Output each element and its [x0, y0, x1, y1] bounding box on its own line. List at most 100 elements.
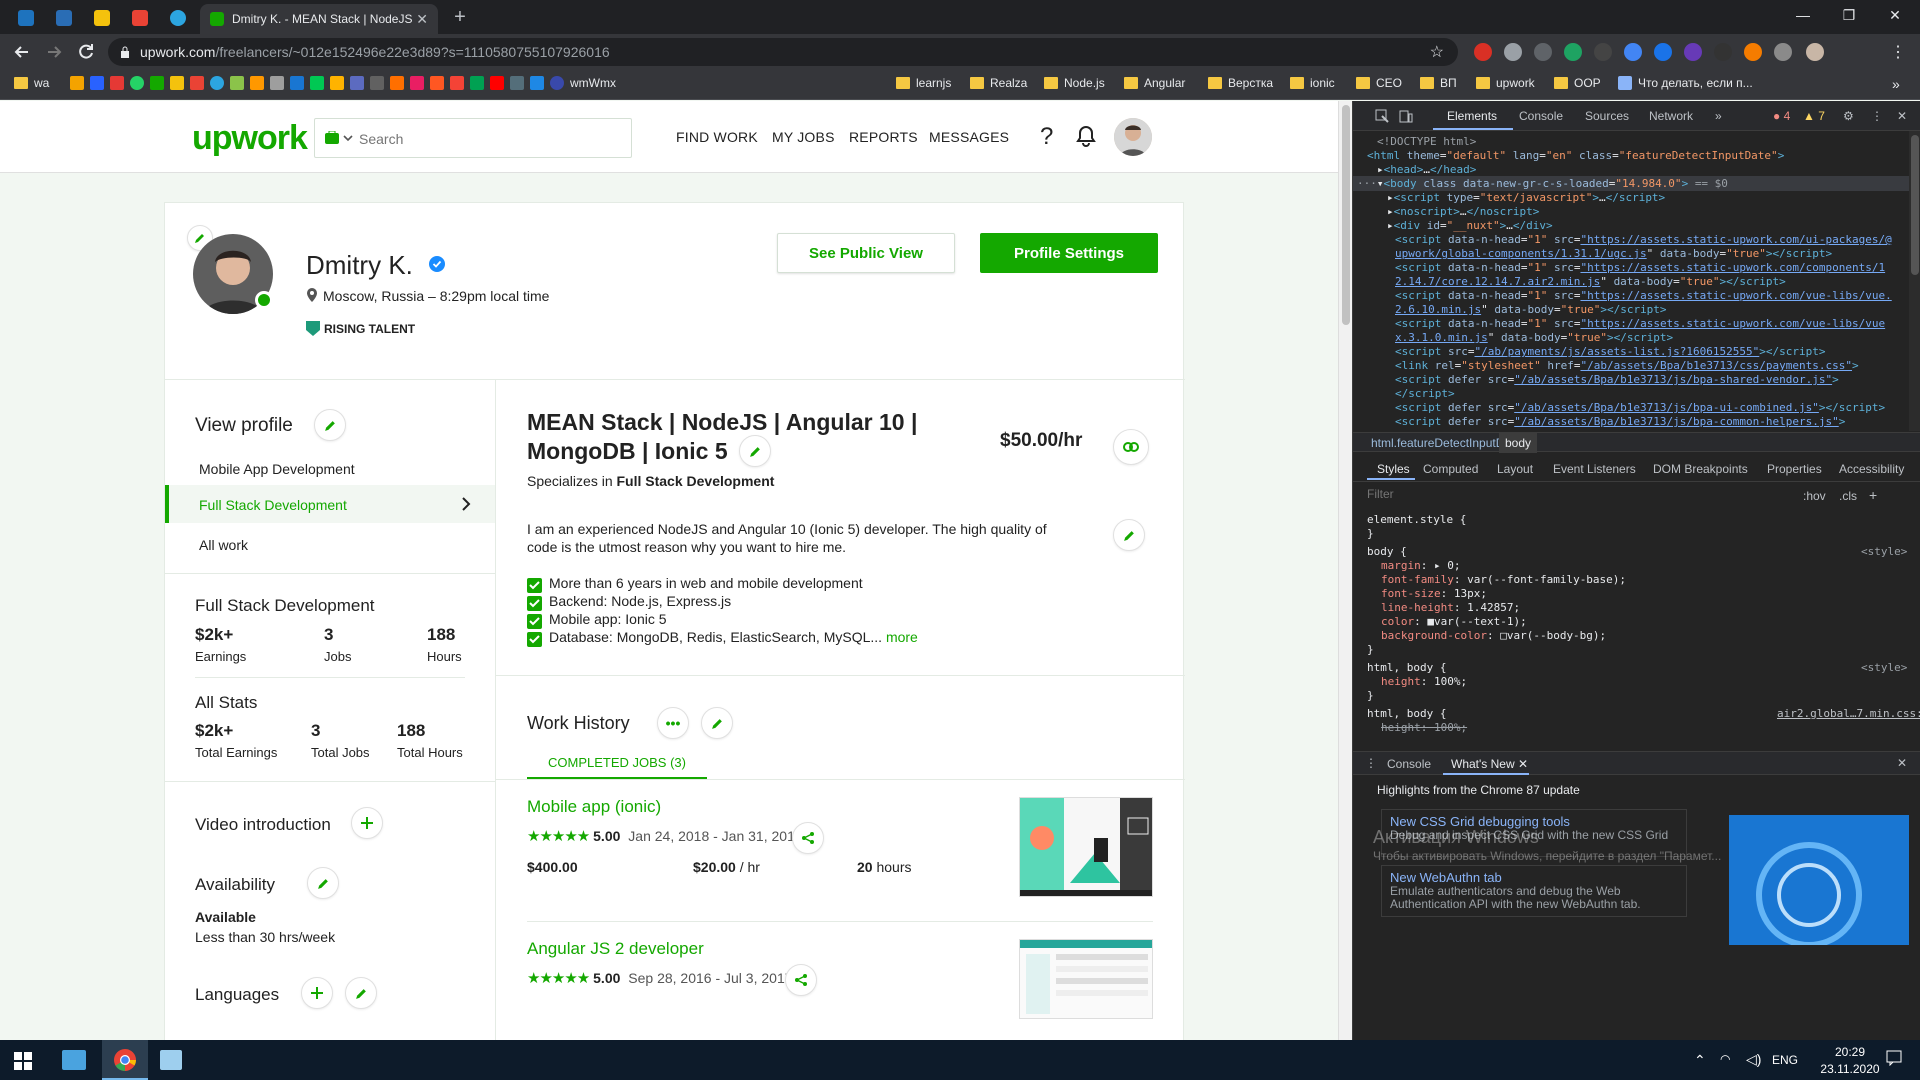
- edit-languages-button[interactable]: [345, 977, 377, 1009]
- copy-link-button[interactable]: [1113, 429, 1149, 465]
- dom-line[interactable]: 2.14.7/core.12.14.7.air2.min.js" data-bo…: [1395, 275, 1786, 289]
- dom-line[interactable]: upwork/global-components/1.31.1/ugc.js" …: [1395, 247, 1832, 261]
- pinned-tab[interactable]: [122, 4, 158, 32]
- active-tab[interactable]: Dmitry K. - MEAN Stack | NodeJS ✕: [200, 4, 438, 34]
- bookmark-item[interactable]: Что делать, если п...: [1618, 76, 1753, 90]
- devtools-tab-console[interactable]: Console: [1519, 109, 1563, 123]
- bookmark-icons-group[interactable]: wmWmx: [70, 76, 616, 90]
- share-job-button[interactable]: [785, 964, 817, 996]
- css-source[interactable]: <style>: [1861, 661, 1907, 675]
- job-title-link[interactable]: Angular JS 2 developer: [527, 939, 704, 959]
- css-rule[interactable]: body {: [1367, 545, 1407, 559]
- dom-line[interactable]: <script defer src="/ab/assets/Bpa/b1e371…: [1395, 401, 1885, 415]
- css-decl[interactable]: line-height: 1.42857;: [1381, 601, 1520, 615]
- bookmark-folder[interactable]: Realza: [970, 76, 1027, 90]
- dom-line[interactable]: <script src="/ab/payments/js/assets-list…: [1395, 345, 1826, 359]
- task-view-icon[interactable]: [62, 1050, 86, 1070]
- pinned-tab[interactable]: [160, 4, 196, 32]
- bookmark-star-icon[interactable]: ☆: [1430, 42, 1444, 62]
- devtools-tab-sources[interactable]: Sources: [1585, 109, 1629, 123]
- extension-icon[interactable]: [1714, 43, 1732, 61]
- css-rule[interactable]: html, body {: [1367, 661, 1446, 675]
- briefcase-icon[interactable]: [325, 131, 355, 145]
- sidebar-item-mobile-app[interactable]: Mobile App Development: [199, 461, 355, 477]
- more-bookmarks-icon[interactable]: »: [1892, 76, 1900, 92]
- extension-icon[interactable]: [1624, 43, 1642, 61]
- menu-dots-icon[interactable]: ⋮: [1888, 42, 1908, 62]
- extension-icon[interactable]: [1594, 43, 1612, 61]
- dom-line[interactable]: </script>: [1395, 387, 1455, 401]
- scrollbar-thumb[interactable]: [1342, 105, 1350, 325]
- pinned-tab[interactable]: [84, 4, 120, 32]
- css-source[interactable]: <style>: [1861, 545, 1907, 559]
- help-icon[interactable]: ?: [1040, 123, 1053, 151]
- devtools-menu-icon[interactable]: ⋮: [1871, 109, 1883, 123]
- close-window-button[interactable]: ✕: [1872, 0, 1918, 30]
- edit-title-button[interactable]: [739, 435, 771, 467]
- more-tabs-icon[interactable]: »: [1715, 109, 1722, 123]
- close-drawer-icon[interactable]: ✕: [1897, 756, 1907, 770]
- css-decl[interactable]: font-family: var(--font-family-base);: [1381, 573, 1626, 587]
- notifications-icon[interactable]: [1886, 1050, 1902, 1066]
- restore-button[interactable]: ❐: [1826, 0, 1872, 30]
- adblock-icon[interactable]: [1474, 43, 1492, 61]
- dom-line[interactable]: <script data-n-head="1" src="https://ass…: [1395, 261, 1885, 275]
- extension-icon[interactable]: [1684, 43, 1702, 61]
- extension-icon[interactable]: [1504, 43, 1522, 61]
- dom-line[interactable]: <script data-n-head="1" src="https://ass…: [1395, 317, 1885, 331]
- sidebar-item-full-stack[interactable]: Full Stack Development: [165, 485, 495, 523]
- job-thumbnail[interactable]: [1019, 797, 1153, 897]
- dom-line[interactable]: ▸<div id="__nuxt">…</div>: [1387, 219, 1553, 233]
- breadcrumb-item[interactable]: body: [1499, 433, 1538, 453]
- new-tab-button[interactable]: +: [448, 7, 472, 29]
- tray-chevron-icon[interactable]: ⌃: [1694, 1052, 1706, 1069]
- address-bar[interactable]: upwork.com/freelancers/~012e152496e22e3d…: [108, 38, 1458, 66]
- css-source[interactable]: air2.global…7.min.css:1: [1777, 707, 1920, 721]
- dom-line[interactable]: <html theme="default" lang="en" class="f…: [1367, 149, 1784, 163]
- dom-line[interactable]: 2.6.10.min.js" data-body="true"></script…: [1395, 303, 1667, 317]
- dom-line[interactable]: <!DOCTYPE html>: [1377, 135, 1476, 149]
- bookmark-folder[interactable]: OOP: [1554, 76, 1601, 90]
- job-thumbnail[interactable]: [1019, 939, 1153, 1019]
- class-toggle[interactable]: .cls: [1839, 489, 1857, 503]
- dom-line[interactable]: x.3.1.0.min.js" data-body="true"></scrip…: [1395, 331, 1673, 345]
- styles-tab-properties[interactable]: Properties: [1767, 462, 1822, 476]
- dom-line[interactable]: ▸<script type="text/javascript">…</scrip…: [1387, 191, 1665, 205]
- dom-line[interactable]: ···▾<body class data-new-gr-c-s-loaded="…: [1357, 177, 1728, 191]
- rss-icon[interactable]: [1744, 43, 1762, 61]
- volume-icon[interactable]: ◁): [1746, 1051, 1761, 1068]
- css-rule[interactable]: element.style {: [1367, 513, 1466, 527]
- pinned-tab[interactable]: [46, 4, 82, 32]
- dom-line[interactable]: <link rel="stylesheet" href="/ab/assets/…: [1395, 359, 1859, 373]
- nav-messages[interactable]: MESSAGES: [929, 129, 1009, 145]
- dom-line[interactable]: <script defer src="/ab/assets/Bpa/b1e371…: [1395, 415, 1845, 429]
- devtools-tab-network[interactable]: Network: [1649, 109, 1693, 123]
- sidebar-item-all-work[interactable]: All work: [199, 537, 248, 553]
- extension-icon[interactable]: [1564, 43, 1582, 61]
- nav-find-work[interactable]: FIND WORK: [676, 129, 758, 145]
- bookmark-folder[interactable]: CEO: [1356, 76, 1402, 90]
- dom-line[interactable]: <script data-n-head="1" src="https://ass…: [1395, 289, 1892, 303]
- profile-settings-button[interactable]: Profile Settings: [980, 233, 1158, 273]
- network-icon[interactable]: ◠: [1720, 1052, 1730, 1066]
- add-video-button[interactable]: [351, 807, 383, 839]
- chrome-taskbar-button[interactable]: [102, 1040, 148, 1080]
- styles-tab-event-listeners[interactable]: Event Listeners: [1553, 462, 1636, 476]
- dom-line[interactable]: ▸<head>…</head>: [1377, 163, 1476, 177]
- forward-icon[interactable]: [44, 42, 64, 62]
- hover-state-toggle[interactable]: :hov: [1803, 489, 1826, 503]
- minimize-button[interactable]: —: [1780, 0, 1826, 30]
- page-scrollbar[interactable]: [1338, 101, 1352, 1040]
- bookmark-folder[interactable]: Node.js: [1044, 76, 1105, 90]
- dom-line[interactable]: ▸<noscript>…</noscript>: [1387, 205, 1539, 219]
- styles-tab-layout[interactable]: Layout: [1497, 462, 1533, 476]
- bell-icon[interactable]: [1076, 125, 1096, 147]
- nav-my-jobs[interactable]: MY JOBS: [772, 129, 835, 145]
- translate-icon[interactable]: [1654, 43, 1672, 61]
- bookmark-folder[interactable]: ВП: [1420, 76, 1457, 90]
- styles-tab-accessibility[interactable]: Accessibility: [1839, 462, 1904, 476]
- share-job-button[interactable]: [792, 822, 824, 854]
- dom-scrollbar[interactable]: [1909, 131, 1920, 431]
- close-devtools-icon[interactable]: ✕: [1897, 109, 1907, 123]
- edit-work-history-button[interactable]: [701, 707, 733, 739]
